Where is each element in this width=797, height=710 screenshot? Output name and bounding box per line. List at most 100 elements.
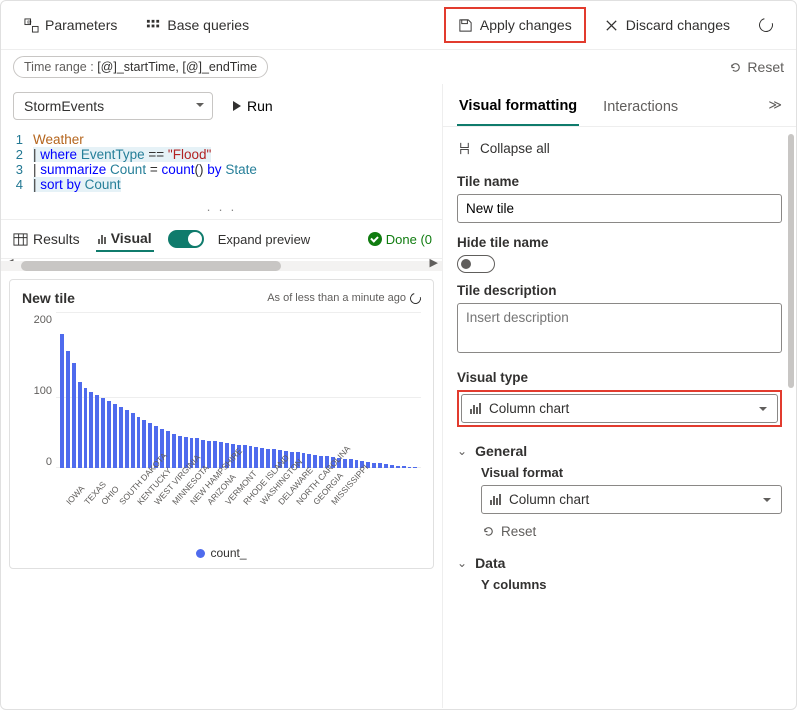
chevron-down-icon: ⌄ xyxy=(457,556,467,570)
bar[interactable] xyxy=(113,404,117,468)
visual-type-label: Visual type xyxy=(457,370,782,385)
refresh-button[interactable] xyxy=(748,11,784,39)
datasource-select[interactable]: StormEvents xyxy=(13,92,213,120)
parameters-label: Parameters xyxy=(45,17,117,33)
bar[interactable] xyxy=(249,446,253,468)
horizontal-scroll[interactable]: ◀ ▶ xyxy=(1,259,442,279)
time-range-pill[interactable]: Time range : [@]_startTime, [@]_endTime xyxy=(13,56,268,78)
bar[interactable] xyxy=(390,465,394,468)
tab-results[interactable]: Results xyxy=(11,227,82,251)
collapse-all-button[interactable]: Collapse all xyxy=(457,137,782,168)
bar[interactable] xyxy=(378,463,382,468)
expand-preview-toggle[interactable] xyxy=(168,230,204,248)
play-icon xyxy=(233,101,241,111)
bar[interactable] xyxy=(349,459,353,468)
expand-panel-icon[interactable]: ≫ xyxy=(768,97,782,123)
visual-format-label: Visual format xyxy=(481,465,782,480)
section-general[interactable]: ⌄ General xyxy=(457,443,782,459)
legend-dot-icon xyxy=(196,549,205,558)
visual-type-value: Column chart xyxy=(489,401,569,416)
bar[interactable] xyxy=(372,463,376,468)
bar[interactable] xyxy=(119,407,123,468)
reset-visual-format[interactable]: Reset xyxy=(481,524,782,539)
bar[interactable] xyxy=(125,410,129,468)
undo-icon xyxy=(481,524,496,539)
discard-changes-label: Discard changes xyxy=(626,17,730,33)
bar[interactable] xyxy=(243,445,247,468)
bar[interactable] xyxy=(142,420,146,468)
apply-changes-button[interactable]: Apply changes xyxy=(448,11,582,39)
bar[interactable] xyxy=(95,395,99,468)
bar[interactable] xyxy=(172,434,176,468)
chart-legend: count_ xyxy=(22,546,421,560)
bar[interactable] xyxy=(84,388,88,468)
save-icon xyxy=(458,17,474,33)
bar[interactable] xyxy=(396,466,400,468)
bar[interactable] xyxy=(78,382,82,468)
bar[interactable] xyxy=(384,464,388,468)
visual-type-select[interactable]: Column chart xyxy=(461,394,778,423)
bar[interactable] xyxy=(107,401,111,468)
base-queries-button[interactable]: Base queries xyxy=(135,11,259,39)
query-editor[interactable]: 1Weather2| where EventType == "Flood"3| … xyxy=(1,128,442,200)
tile-desc-input[interactable] xyxy=(457,303,782,353)
bar[interactable] xyxy=(72,363,76,468)
right-pane: Visual formatting Interactions ≫ Collaps… xyxy=(443,84,796,708)
bar[interactable] xyxy=(66,351,70,468)
hide-tile-toggle[interactable] xyxy=(457,255,495,273)
tab-visual-label: Visual xyxy=(111,230,152,246)
bar[interactable] xyxy=(313,455,317,468)
status-done-label: Done (0 xyxy=(386,232,432,247)
bar[interactable] xyxy=(213,441,217,468)
tile-name-label: Tile name xyxy=(457,174,782,189)
bar[interactable] xyxy=(89,392,93,468)
bar[interactable] xyxy=(60,334,64,468)
bar[interactable] xyxy=(166,431,170,468)
base-queries-icon xyxy=(145,17,161,33)
bar[interactable] xyxy=(402,466,406,468)
status-done: Done (0 xyxy=(368,232,432,247)
bar[interactable] xyxy=(131,413,135,468)
left-pane: StormEvents Run 1Weather2| where EventTy… xyxy=(1,84,443,708)
column-chart-icon xyxy=(470,403,481,414)
resize-handle[interactable]: · · · xyxy=(1,200,442,219)
bar[interactable] xyxy=(408,467,412,468)
parameters-button[interactable]: @ Parameters xyxy=(13,11,127,39)
expand-preview-label: Expand preview xyxy=(218,232,311,247)
bar[interactable] xyxy=(260,448,264,468)
reset-button[interactable]: Reset xyxy=(728,59,784,75)
parameters-icon: @ xyxy=(23,17,39,33)
collapse-icon xyxy=(457,141,472,156)
right-scrollbar[interactable] xyxy=(788,134,794,698)
tab-interactions[interactable]: Interactions xyxy=(601,95,680,125)
x-axis-labels: IOWATEXASOHIOSOUTH DAKOTAKENTUCKYWEST VI… xyxy=(56,484,421,494)
bar[interactable] xyxy=(254,447,258,468)
time-range-prefix: Time range : xyxy=(24,60,97,74)
refresh-icon xyxy=(758,17,774,33)
bar[interactable] xyxy=(207,441,211,468)
tab-visual-formatting[interactable]: Visual formatting xyxy=(457,94,579,126)
refresh-icon[interactable] xyxy=(408,290,423,305)
bar[interactable] xyxy=(101,398,105,468)
tile-name-input[interactable] xyxy=(457,194,782,223)
tab-visual[interactable]: Visual xyxy=(96,226,154,252)
base-queries-label: Base queries xyxy=(167,17,249,33)
tile-title: New tile xyxy=(22,290,75,306)
bar[interactable] xyxy=(178,436,182,468)
discard-changes-button[interactable]: Discard changes xyxy=(594,11,740,39)
bar[interactable] xyxy=(413,467,417,468)
chevron-down-icon: ⌄ xyxy=(457,444,467,458)
tile-desc-label: Tile description xyxy=(457,283,782,298)
legend-label: count_ xyxy=(210,546,246,560)
section-data[interactable]: ⌄ Data xyxy=(457,555,782,571)
run-button[interactable]: Run xyxy=(223,93,283,119)
filter-row: Time range : [@]_startTime, [@]_endTime … xyxy=(1,50,796,84)
bar[interactable] xyxy=(319,456,323,468)
chart-tile: New tile As of less than a minute ago 20… xyxy=(9,279,434,569)
chart-area: 2001000 xyxy=(22,312,421,482)
y-axis: 2001000 xyxy=(22,312,56,482)
bar[interactable] xyxy=(266,449,270,469)
visual-format-select[interactable]: Column chart xyxy=(481,485,782,514)
svg-text:@: @ xyxy=(26,19,31,24)
bar[interactable] xyxy=(137,417,141,468)
